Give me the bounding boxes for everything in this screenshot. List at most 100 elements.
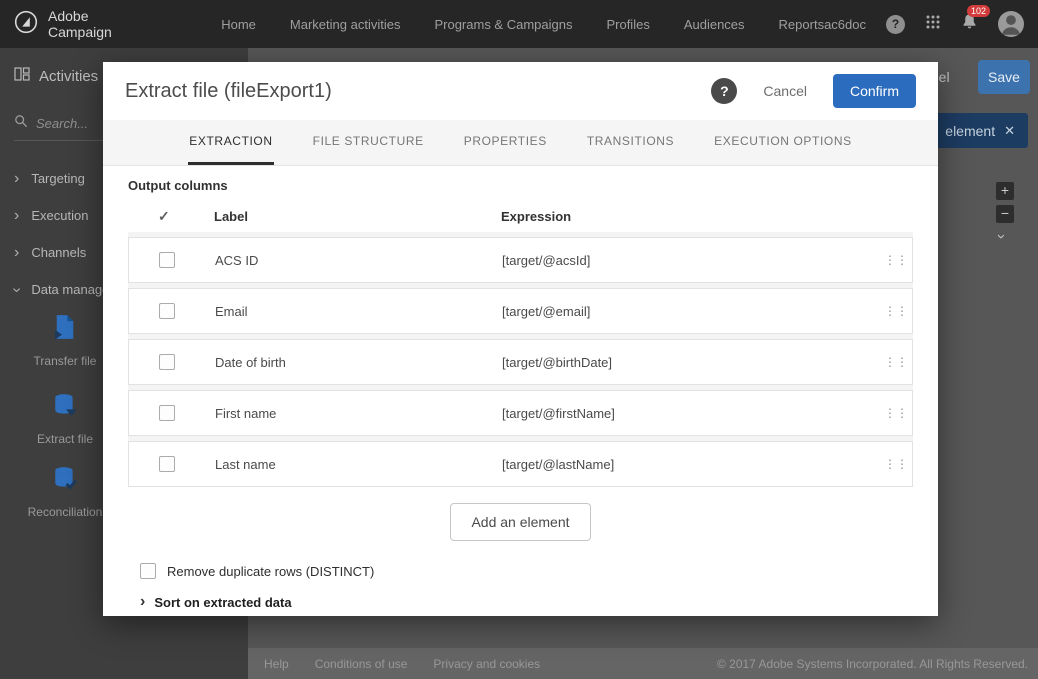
row-expression: [target/@lastName]: [502, 457, 884, 472]
row-label: First name: [215, 406, 502, 421]
row-checkbox[interactable]: [159, 456, 175, 472]
palette-item-transfer-file[interactable]: Transfer file: [15, 314, 115, 368]
reconciliation-icon: [52, 478, 78, 495]
nav-programs-campaigns[interactable]: Programs & Campaigns: [434, 17, 572, 32]
footer-link-help[interactable]: Help: [264, 657, 289, 671]
nav-marketing-activities[interactable]: Marketing activities: [290, 17, 401, 32]
chevron-right-icon: ›: [14, 245, 19, 261]
sort-section-label: Sort on extracted data: [154, 595, 291, 610]
search-icon: [14, 114, 28, 133]
sidebar-title: Activities: [14, 66, 98, 86]
drag-handle-icon[interactable]: ⋮⋮: [884, 355, 912, 369]
dialog-header: Extract file (fileExport1) ? Cancel Conf…: [103, 62, 938, 120]
label-column-header: Label: [214, 209, 501, 224]
columns-table-header: ✓ Label Expression: [128, 200, 913, 232]
row-expression: [target/@acsId]: [502, 253, 884, 268]
drag-handle-icon[interactable]: ⋮⋮: [884, 304, 912, 318]
row-checkbox[interactable]: [159, 303, 175, 319]
tab-properties[interactable]: PROPERTIES: [463, 120, 548, 165]
topbar: Adobe Campaign Home Marketing activities…: [0, 0, 1038, 48]
row-expression: [target/@birthDate]: [502, 355, 884, 370]
sidebar-item-label: Targeting: [31, 171, 84, 186]
sidebar-title-label: Activities: [39, 68, 98, 85]
table-row[interactable]: Last name [target/@lastName] ⋮⋮: [128, 441, 913, 487]
chevron-right-icon: ›: [140, 594, 145, 610]
row-checkbox[interactable]: [159, 252, 175, 268]
drag-handle-icon[interactable]: ⋮⋮: [884, 253, 912, 267]
help-icon[interactable]: ?: [886, 15, 905, 34]
row-label: Email: [215, 304, 502, 319]
check-icon[interactable]: ✓: [128, 208, 214, 225]
tab-execution-options[interactable]: EXECUTION OPTIONS: [713, 120, 853, 165]
drag-handle-icon[interactable]: ⋮⋮: [884, 406, 912, 420]
app-grid-icon[interactable]: [925, 14, 941, 35]
sidebar-item-label: Channels: [31, 245, 86, 260]
brand-name: Adobe Campaign: [48, 8, 135, 40]
tab-extraction[interactable]: EXTRACTION: [188, 120, 273, 165]
activities-icon: [14, 66, 30, 86]
table-row[interactable]: ACS ID [target/@acsId] ⋮⋮: [128, 237, 913, 283]
save-button[interactable]: Save: [978, 60, 1030, 94]
row-expression: [target/@email]: [502, 304, 884, 319]
row-label: Last name: [215, 457, 502, 472]
palette-item-label: Extract file: [15, 432, 115, 446]
palette-item-label: Transfer file: [15, 354, 115, 368]
columns-table-rows: ACS ID [target/@acsId] ⋮⋮ Email [target/…: [128, 232, 913, 487]
topbar-right: ac6doc ? 102: [824, 11, 1024, 37]
palette-item-reconciliation[interactable]: Reconciliation: [15, 465, 115, 519]
avatar[interactable]: [998, 11, 1024, 37]
tab-file-structure[interactable]: FILE STRUCTURE: [312, 120, 425, 165]
chevron-right-icon: ›: [14, 208, 19, 224]
table-row[interactable]: First name [target/@firstName] ⋮⋮: [128, 390, 913, 436]
sidebar-item-label: Execution: [31, 208, 88, 223]
row-checkbox[interactable]: [159, 405, 175, 421]
distinct-label: Remove duplicate rows (DISTINCT): [167, 564, 374, 579]
brand[interactable]: Adobe Campaign: [14, 8, 135, 40]
notifications-bell-icon[interactable]: 102: [961, 13, 978, 35]
add-element-button[interactable]: Add an element: [450, 503, 590, 541]
row-expression: [target/@firstName]: [502, 406, 884, 421]
expression-column-header: Expression: [501, 209, 885, 224]
table-row[interactable]: Date of birth [target/@birthDate] ⋮⋮: [128, 339, 913, 385]
cancel-button[interactable]: Cancel: [763, 83, 807, 99]
extract-file-dialog: Extract file (fileExport1) ? Cancel Conf…: [103, 62, 938, 616]
dialog-title: Extract file (fileExport1): [125, 80, 711, 103]
dialog-body: Output columns ✓ Label Expression ACS ID…: [103, 166, 938, 616]
zoom-in-button[interactable]: +: [996, 182, 1014, 200]
dialog-help-icon[interactable]: ?: [711, 78, 737, 104]
row-label: Date of birth: [215, 355, 502, 370]
distinct-checkbox[interactable]: [140, 563, 156, 579]
nav-profiles[interactable]: Profiles: [606, 17, 649, 32]
footer-link-conditions[interactable]: Conditions of use: [315, 657, 408, 671]
collapse-chevron-icon[interactable]: ›: [993, 234, 1010, 239]
dialog-tabs: EXTRACTION FILE STRUCTURE PROPERTIES TRA…: [103, 120, 938, 166]
extract-file-icon: [52, 405, 78, 422]
table-row[interactable]: Email [target/@email] ⋮⋮: [128, 288, 913, 334]
tab-transitions[interactable]: TRANSITIONS: [586, 120, 675, 165]
transfer-file-icon: [53, 327, 77, 344]
row-label: ACS ID: [215, 253, 502, 268]
notification-count-badge: 102: [967, 5, 990, 17]
footer: Help Conditions of use Privacy and cooki…: [248, 648, 1038, 679]
confirm-button[interactable]: Confirm: [833, 74, 916, 108]
nav-home[interactable]: Home: [221, 17, 256, 32]
output-columns-label: Output columns: [128, 178, 913, 200]
palette-item-label: Reconciliation: [15, 505, 115, 519]
row-checkbox[interactable]: [159, 354, 175, 370]
copyright-text: © 2017 Adobe Systems Incorporated. All R…: [717, 657, 1028, 671]
chip-label: element: [945, 123, 995, 139]
username[interactable]: ac6doc: [824, 17, 866, 32]
distinct-option: Remove duplicate rows (DISTINCT): [128, 563, 913, 579]
nav-reports[interactable]: Reports: [779, 17, 825, 32]
nav-audiences[interactable]: Audiences: [684, 17, 745, 32]
close-icon[interactable]: ✕: [1004, 123, 1015, 139]
footer-link-privacy[interactable]: Privacy and cookies: [433, 657, 540, 671]
chevron-down-icon: ›: [9, 287, 25, 292]
top-nav: Home Marketing activities Programs & Cam…: [221, 17, 824, 32]
adobe-campaign-logo-icon: [14, 10, 38, 39]
zoom-out-button[interactable]: −: [996, 205, 1014, 223]
sort-section-toggle[interactable]: › Sort on extracted data: [128, 594, 913, 610]
chevron-right-icon: ›: [14, 171, 19, 187]
palette-item-extract-file[interactable]: Extract file: [15, 392, 115, 446]
drag-handle-icon[interactable]: ⋮⋮: [884, 457, 912, 471]
